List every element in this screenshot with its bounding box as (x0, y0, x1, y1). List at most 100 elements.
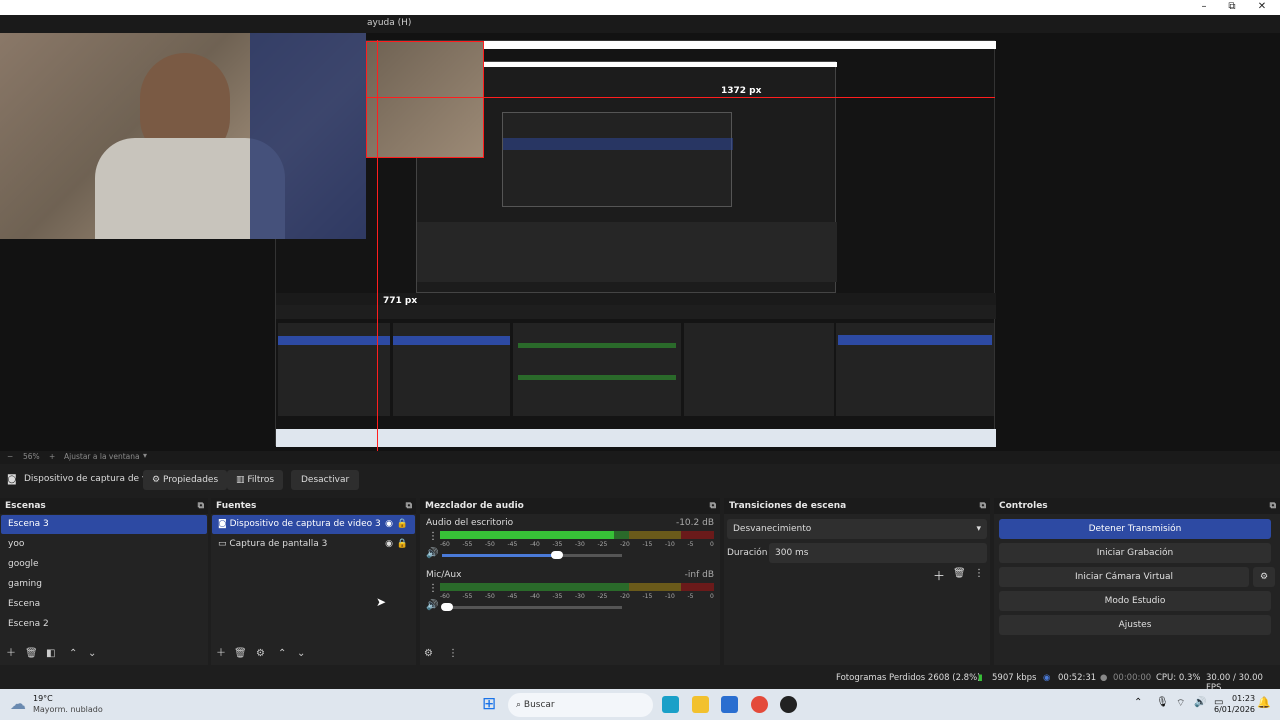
dock-undock-icon[interactable]: ⧉ (198, 498, 204, 514)
fit-window-button[interactable]: Ajustar a la ventana (64, 452, 140, 461)
dock-undock-icon[interactable]: ⧉ (406, 498, 412, 514)
scene-item[interactable]: Escena 3 (1, 515, 207, 534)
move-up-button[interactable]: ⌃ (69, 648, 77, 659)
channel-menu-icon[interactable]: ⋮ (428, 583, 438, 594)
scenes-title: Escenas ⧉ (0, 498, 208, 514)
dock-undock-icon[interactable]: ⧉ (1270, 498, 1276, 514)
maximize-icon[interactable]: ⧉ (1224, 1, 1240, 13)
size-label-height: 771 px (383, 296, 418, 306)
speaker-icon[interactable]: 🔊 (426, 600, 438, 611)
transition-menu-button[interactable]: ⋮ (974, 568, 984, 579)
source-toolbar: ◙ Dispositivo de captura de v ⚙ Propieda… (0, 468, 1280, 493)
volume-knob[interactable] (551, 551, 564, 559)
speaker-icon[interactable]: 🔊 (426, 548, 438, 559)
filter-icon: ▥ (236, 475, 248, 485)
remove-source-button[interactable]: 🗑 (234, 648, 247, 659)
scene-filters-button[interactable]: ◧ (46, 648, 55, 659)
move-up-button[interactable]: ⌃ (278, 648, 286, 659)
source-settings-button[interactable]: ⚙ (256, 648, 265, 659)
meter-tick: -50 (485, 593, 495, 600)
monitor-icon: ▭ (218, 539, 230, 549)
meter-tick: 0 (710, 541, 714, 548)
move-down-button[interactable]: ⌄ (297, 648, 305, 659)
controls-title-text: Controles (999, 501, 1048, 511)
volume-slider[interactable] (442, 551, 622, 559)
lock-icon[interactable]: 🔒 (397, 515, 408, 534)
advanced-audio-button[interactable]: ⚙ (424, 648, 433, 659)
meter-tick: -40 (530, 593, 540, 600)
nested-taskbar (276, 429, 996, 447)
windows-start-icon[interactable]: ⊞ (482, 694, 496, 714)
notification-icon[interactable]: 🔔 (1257, 696, 1271, 709)
settings-button[interactable]: Ajustes (999, 615, 1271, 635)
menu-help[interactable]: ayuda (H) (367, 18, 411, 28)
mixer-menu-button[interactable]: ⋮ (448, 648, 458, 659)
microphone-icon[interactable]: 🎙 (1156, 697, 1169, 708)
deactivate-button[interactable]: Desactivar (291, 470, 360, 490)
volume-slider[interactable] (441, 603, 622, 611)
properties-button[interactable]: ⚙ Propiedades (143, 470, 228, 490)
remove-scene-button[interactable]: 🗑 (25, 648, 38, 659)
preview-canvas[interactable]: 1372 px 771 px (0, 33, 1280, 451)
chevron-up-icon[interactable]: ⌃ (1134, 697, 1142, 708)
close-icon[interactable]: ✕ (1254, 1, 1270, 13)
lock-icon[interactable]: 🔒 (397, 535, 408, 554)
meter-tick: -35 (552, 593, 563, 600)
file-explorer-icon[interactable] (692, 696, 709, 713)
add-scene-button[interactable]: ＋ (6, 644, 16, 659)
obs-icon[interactable] (780, 696, 797, 713)
meter-tick: -10 (665, 593, 675, 600)
cpu-usage: CPU: 0.3% (1156, 673, 1201, 683)
volume-icon[interactable]: 🔊 (1194, 697, 1206, 708)
edge-icon[interactable] (662, 696, 679, 713)
studio-mode-button[interactable]: Modo Estudio (999, 591, 1271, 611)
source-label: Dispositivo de captura de video 3 (229, 519, 381, 529)
transition-select[interactable]: Desvanecimiento ▾ (727, 519, 987, 539)
zoom-out-button[interactable]: − (7, 452, 13, 461)
mouse-cursor-icon: ➤ (376, 595, 387, 609)
remove-transition-button[interactable]: 🗑 (953, 568, 966, 579)
scene-item[interactable]: Escena (1, 595, 207, 614)
dock-undock-icon[interactable]: ⧉ (980, 498, 986, 514)
start-virtual-camera-button[interactable]: Iniciar Cámara Virtual (999, 567, 1249, 587)
store-icon[interactable] (721, 696, 738, 713)
sources-title: Fuentes ⧉ (211, 498, 416, 514)
scene-item[interactable]: Escena 2 (1, 615, 207, 634)
scene-item[interactable]: yoo (1, 535, 207, 554)
nested-scenes (278, 323, 390, 416)
sources-title-text: Fuentes (216, 501, 257, 511)
channel-db: -10.2 dB (675, 518, 714, 528)
taskbar-search[interactable]: ⌕ Buscar (508, 693, 653, 717)
volume-knob[interactable] (441, 603, 454, 611)
minimize-icon[interactable]: – (1196, 1, 1212, 13)
nested-docks-2 (417, 222, 837, 282)
nested-capture-3 (502, 112, 733, 207)
dropped-frames: Fotogramas Perdidos 2608 (2.8%) (836, 673, 981, 683)
meter-tick: -30 (575, 593, 585, 600)
source-item-screen[interactable]: ▭ Captura de pantalla 3 ◉ 🔒 (212, 535, 415, 554)
chrome-icon[interactable] (751, 696, 768, 713)
move-down-button[interactable]: ⌄ (88, 648, 96, 659)
eye-icon[interactable]: ◉ (385, 535, 393, 554)
scene-item[interactable]: gaming (1, 575, 207, 594)
filters-button[interactable]: ▥ Filtros (227, 470, 284, 490)
meter-tick: -10 (665, 541, 675, 548)
chevron-down-icon[interactable]: ▾ (143, 451, 147, 460)
stop-stream-button[interactable]: Detener Transmisión (999, 519, 1271, 539)
channel-menu-icon[interactable]: ⋮ (428, 531, 438, 542)
source-item-video[interactable]: ◙ Dispositivo de captura de video 3 ◉ 🔒 (212, 515, 415, 534)
meter-ticks: -60 -55 -50 -45 -40 -35 -30 -25 -20 -15 -10 -5 0 (440, 541, 714, 550)
wifi-icon[interactable]: ⌔ (1176, 697, 1185, 710)
duration-input[interactable]: 300 ms (769, 543, 987, 563)
eye-icon[interactable]: ◉ (385, 515, 393, 534)
clock-date[interactable]: 6/01/2026 (1214, 705, 1255, 714)
add-transition-button[interactable]: ＋ (933, 567, 945, 584)
zoom-in-button[interactable]: + (49, 452, 55, 461)
gear-icon[interactable]: ⚙ (1253, 567, 1275, 587)
clock-time[interactable]: 01:23 (1232, 694, 1255, 703)
add-source-button[interactable]: ＋ (216, 644, 226, 659)
scene-item[interactable]: google (1, 555, 207, 574)
meter-tick: -5 (687, 593, 694, 600)
dock-undock-icon[interactable]: ⧉ (710, 498, 716, 514)
start-recording-button[interactable]: Iniciar Grabación (999, 543, 1271, 563)
